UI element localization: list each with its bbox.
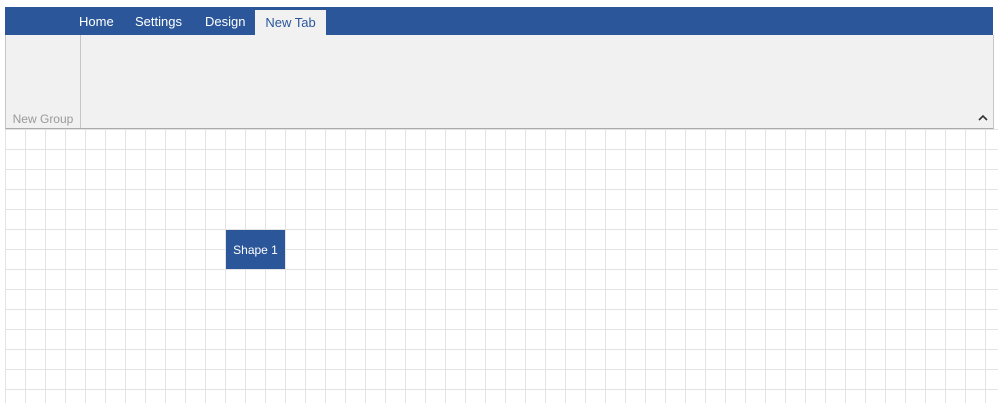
tab-new-tab[interactable]: New Tab	[255, 10, 326, 35]
ribbon-tab-strip: Home Settings Design New Tab	[5, 7, 993, 35]
chevron-up-icon	[978, 114, 988, 121]
tab-design[interactable]: Design	[193, 7, 257, 35]
tab-home[interactable]: Home	[67, 7, 126, 35]
diagram-shape[interactable]: Shape 1	[226, 230, 285, 269]
diagram-app-window: Home Settings Design New Tab New Group S…	[0, 0, 998, 403]
ribbon-group-label: New Group	[12, 112, 74, 126]
ribbon-group-new-group: New Group	[6, 35, 81, 128]
ribbon-body: New Group	[5, 35, 994, 129]
ribbon-collapse-button[interactable]	[976, 111, 990, 125]
tab-settings[interactable]: Settings	[123, 7, 194, 35]
diagram-canvas[interactable]: Shape 1	[5, 129, 998, 403]
